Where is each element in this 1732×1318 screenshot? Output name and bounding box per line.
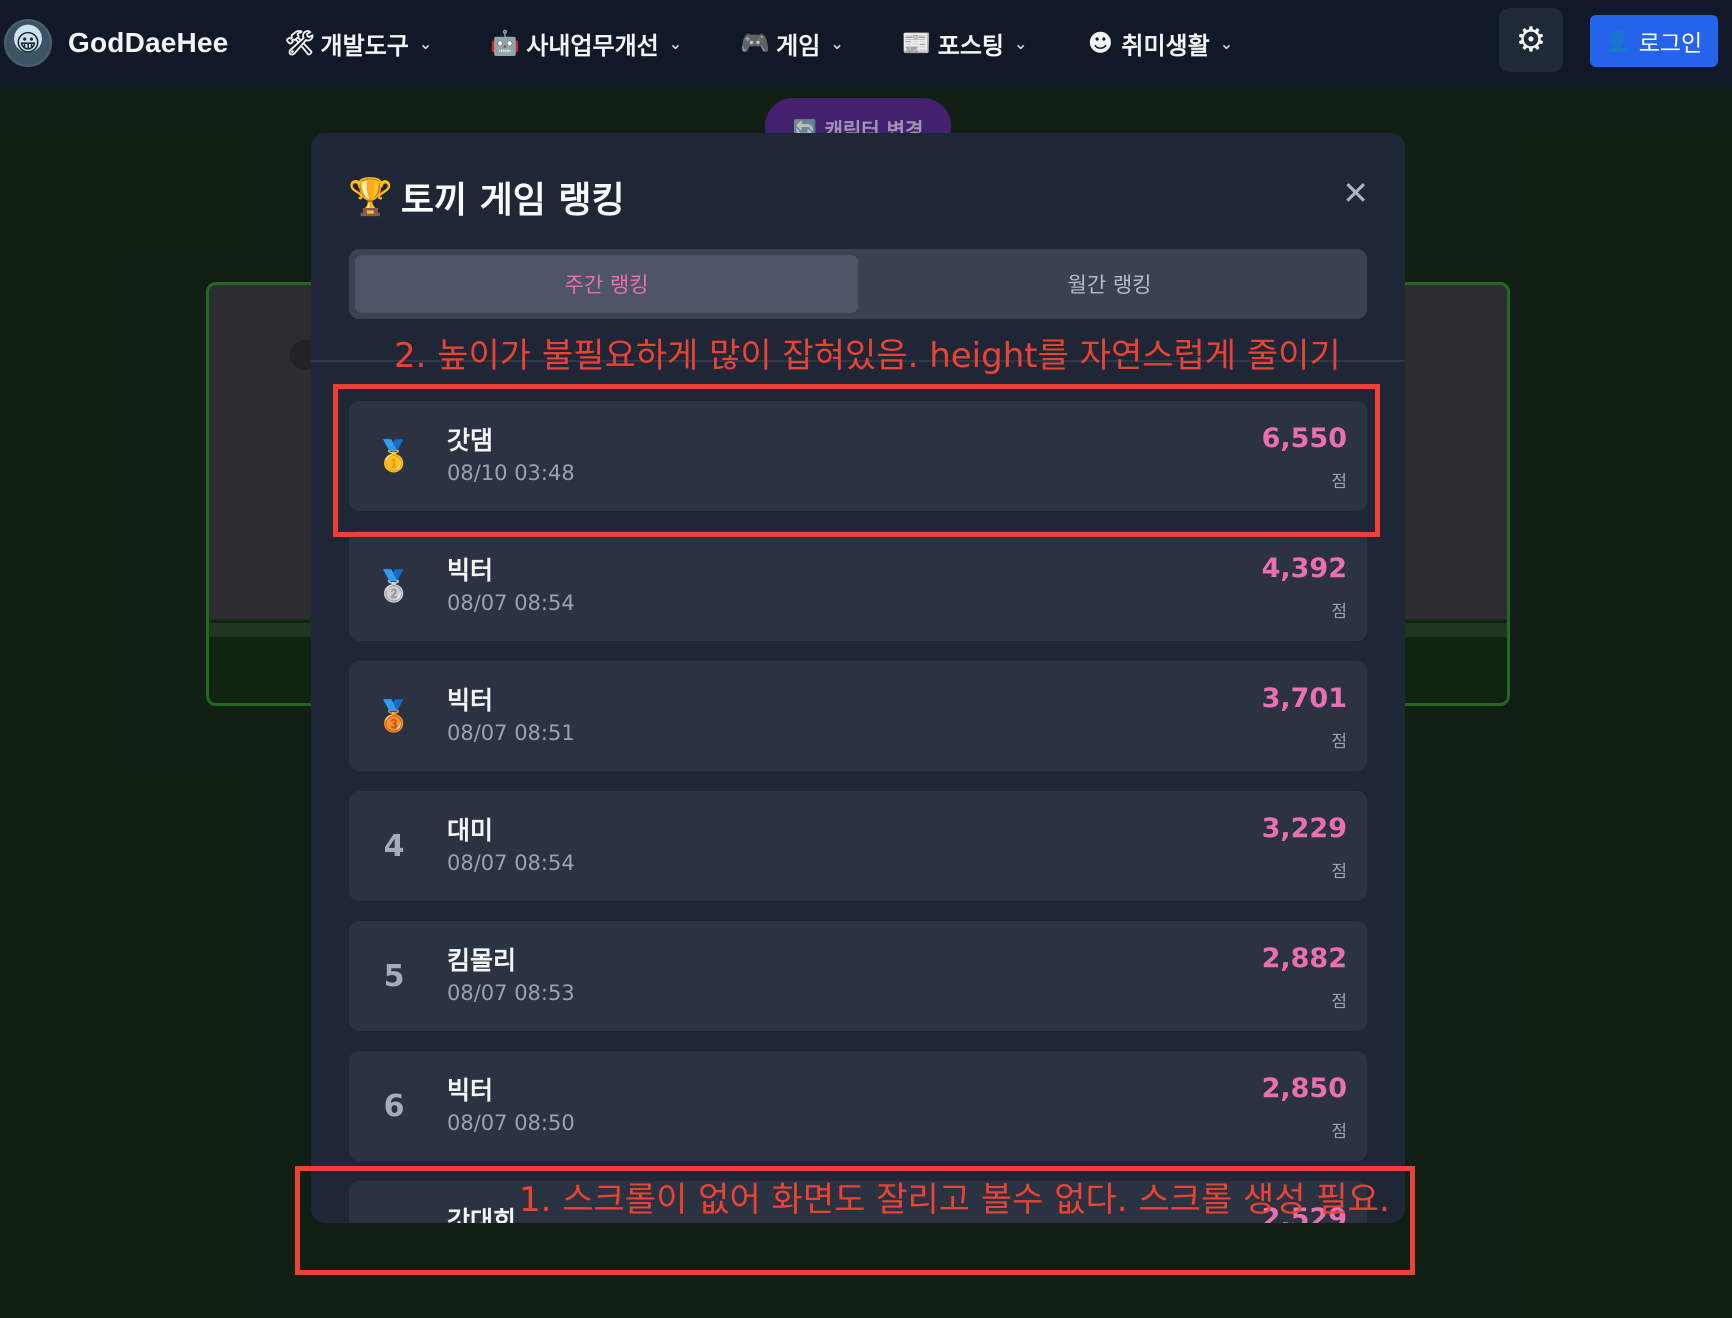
tools-icon: 🛠 <box>284 29 315 57</box>
score-value: 4,392 <box>1261 553 1347 584</box>
brand[interactable]: 😀 GodDaeHee <box>4 19 229 67</box>
close-icon[interactable]: ✕ <box>1342 177 1369 209</box>
list-item: 🥈 빅터 08/07 08:54 4,392 점 <box>349 531 1367 641</box>
menu-posting[interactable]: 📰 포스팅 ⌄ <box>902 26 1028 61</box>
tab-monthly[interactable]: 월간 랭킹 <box>858 255 1361 313</box>
player-name: 대미 <box>447 816 494 845</box>
menu-label: 사내업무개선 <box>526 31 659 60</box>
score-unit: 점 <box>1331 732 1347 752</box>
score-value: 2,850 <box>1261 1073 1347 1104</box>
list-item: 🥉 빅터 08/07 08:51 3,701 점 <box>349 661 1367 771</box>
login-label: 로그인 <box>1638 31 1703 57</box>
player-name: 빅터 <box>447 1076 494 1105</box>
annotation-height-note: 2. 높이가 불필요하게 많이 잡혀있음. height를 자연스럽게 줄이기 <box>394 336 1341 376</box>
play-date: 08/07 08:53 <box>447 981 575 1005</box>
top-nav: 😀 GodDaeHee 🛠 개발도구 ⌄ 🤖 사내업무개선 ⌄ 🎮 게임 ⌄ 📰… <box>0 0 1732 86</box>
score-unit: 점 <box>1331 1122 1347 1142</box>
smiley-icon: ☻ <box>1087 29 1113 57</box>
trophy-icon: 🏆 <box>348 177 393 218</box>
brand-name[interactable]: GodDaeHee <box>68 27 229 59</box>
play-date: 08/07 08:50 <box>447 1111 575 1135</box>
score-unit: 점 <box>1331 862 1347 882</box>
play-date: 08/07 08:54 <box>447 591 575 615</box>
list-item: 6 빅터 08/07 08:50 2,850 점 <box>349 1051 1367 1161</box>
player-name: 킴몰리 <box>447 946 517 975</box>
rank-number: 6 <box>383 1088 405 1124</box>
menu-label: 개발도구 <box>320 31 409 60</box>
silver-medal-icon: 🥈 <box>375 568 413 604</box>
chevron-down-icon: ⌄ <box>830 33 844 53</box>
settings-button[interactable]: ⚙ <box>1499 8 1563 72</box>
chevron-down-icon: ⌄ <box>1013 33 1028 53</box>
rank-number: 4 <box>383 828 405 864</box>
avatar: 😀 <box>4 19 52 67</box>
modal-header: 🏆 토끼 게임 랭킹 <box>348 171 625 223</box>
gamepad-icon: 🎮 <box>740 29 771 57</box>
score-unit: 점 <box>1331 602 1347 622</box>
gear-icon: ⚙ <box>1515 20 1547 60</box>
list-item: 4 대미 08/07 08:54 3,229 점 <box>349 791 1367 901</box>
menu-hobby[interactable]: ☻ 취미생활 ⌄ <box>1085 26 1233 61</box>
menu-label: 포스팅 <box>937 31 1004 60</box>
menu-label: 게임 <box>776 31 821 60</box>
player-name: 빅터 <box>447 556 494 585</box>
list-item: 5 킴몰리 08/07 08:53 2,882 점 <box>349 921 1367 1031</box>
ranking-tabs: 주간 랭킹 월간 랭킹 <box>349 249 1367 319</box>
annotation-box-first-row <box>333 384 1380 537</box>
play-date: 08/07 08:54 <box>447 851 575 875</box>
bronze-medal-icon: 🥉 <box>375 698 413 734</box>
score-value: 3,701 <box>1261 683 1347 714</box>
login-button[interactable]: 👤 로그인 <box>1590 15 1718 67</box>
annotation-scroll-note: 1. 스크롤이 없어 화면도 잘리고 볼수 없다. 스크롤 생성 필요. <box>519 1180 1390 1220</box>
chevron-down-icon: ⌄ <box>668 33 683 53</box>
modal-title: 토끼 게임 랭킹 <box>400 180 625 221</box>
menu-label: 취미생활 <box>1121 31 1210 60</box>
menu-dev-tools[interactable]: 🛠 개발도구 ⌄ <box>285 26 433 61</box>
score-unit: 점 <box>1331 992 1347 1012</box>
newspaper-icon: 📰 <box>901 29 932 57</box>
ranking-modal: 🏆 토끼 게임 랭킹 ✕ 주간 랭킹 월간 랭킹 🥇 갓댐 08/10 03:4… <box>311 133 1405 1223</box>
chevron-down-icon: ⌄ <box>1219 33 1234 53</box>
menu-games[interactable]: 🎮 게임 ⌄ <box>740 26 844 61</box>
robot-icon: 🤖 <box>490 29 521 57</box>
main-menu: 🛠 개발도구 ⌄ 🤖 사내업무개선 ⌄ 🎮 게임 ⌄ 📰 포스팅 ⌄ ☻ 취미생… <box>285 26 1292 61</box>
score-value: 2,882 <box>1261 943 1347 974</box>
tab-weekly[interactable]: 주간 랭킹 <box>355 255 858 313</box>
menu-work-improvement[interactable]: 🤖 사내업무개선 ⌄ <box>490 26 682 61</box>
chevron-down-icon: ⌄ <box>418 33 433 53</box>
score-value: 3,229 <box>1261 813 1347 844</box>
player-name: 빅터 <box>447 686 494 715</box>
play-date: 08/07 08:51 <box>447 721 575 745</box>
rank-number: 5 <box>383 958 405 994</box>
user-icon: 👤 <box>1605 29 1631 53</box>
